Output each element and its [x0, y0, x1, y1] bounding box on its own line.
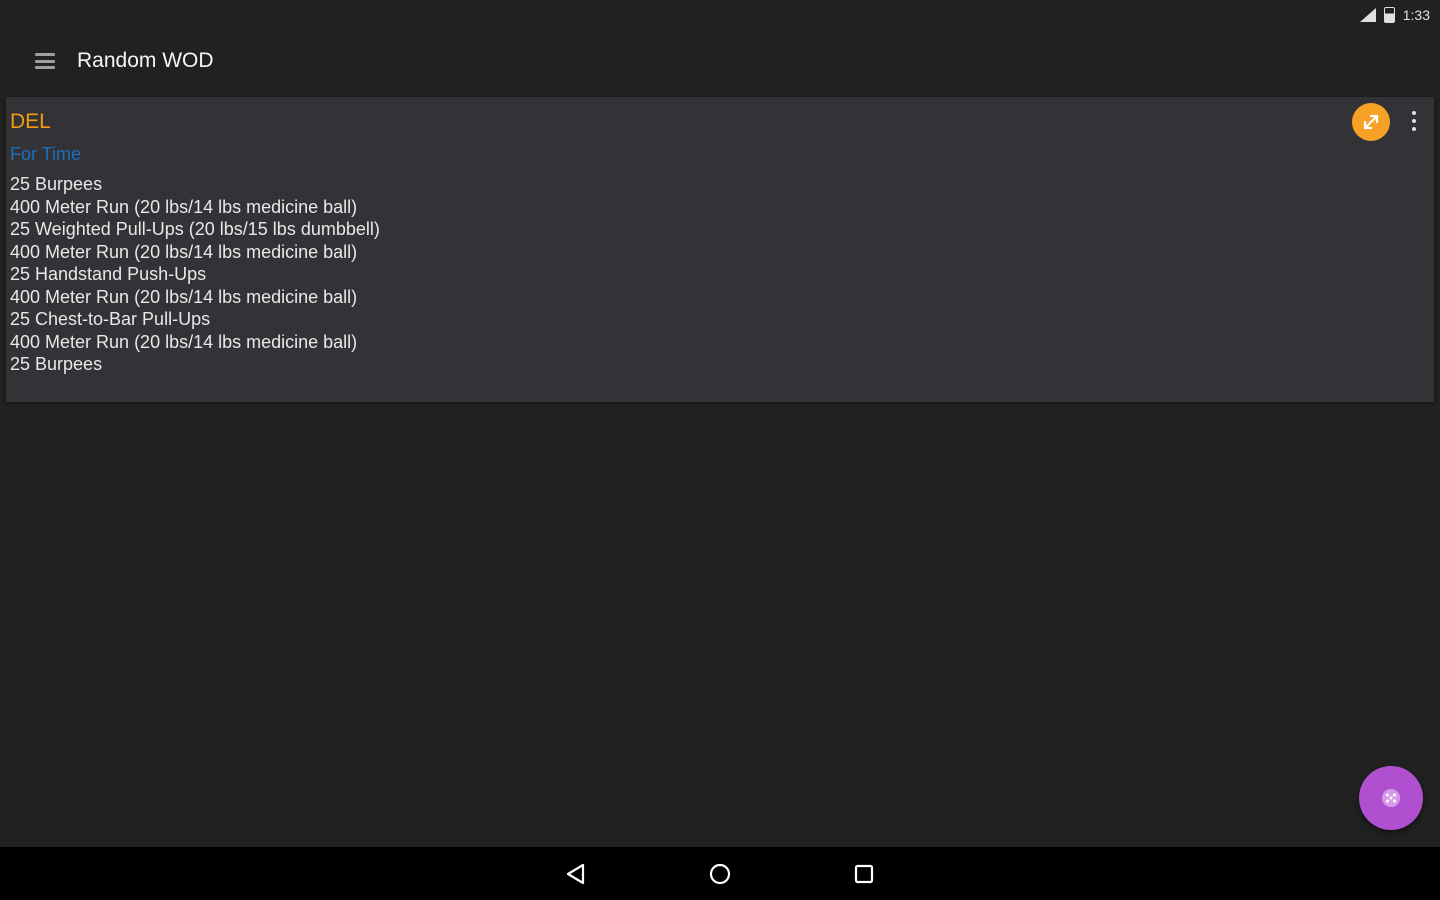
workout-name: DEL	[10, 110, 51, 133]
movement-item: 400 Meter Run (20 lbs/14 lbs medicine ba…	[10, 331, 358, 352]
navigation-bar	[0, 847, 1440, 900]
movement-item: 25 Burpees	[10, 354, 103, 374]
movement-item: 400 Meter Run (20 lbs/14 lbs medicine ba…	[10, 241, 358, 262]
movement-item: 25 Chest-to-Bar Pull-Ups	[10, 309, 211, 329]
recents-icon	[854, 864, 874, 883]
workout-type: For Time	[10, 144, 82, 164]
movement-list: 25 Burpees 400 Meter Run (20 lbs/14 lbs …	[10, 173, 1430, 376]
app-bar: Random WOD	[0, 30, 1440, 92]
app-screen: 1:33 Random WOD DEL For Time 25 Burpees …	[0, 0, 1440, 900]
movement-item: 400 Meter Run (20 lbs/14 lbs medicine ba…	[10, 196, 358, 217]
more-vert-icon[interactable]	[1406, 107, 1422, 135]
back-button[interactable]	[559, 857, 593, 891]
status-time: 1:33	[1402, 7, 1430, 23]
random-wod-fab[interactable]	[1359, 766, 1423, 830]
recents-button[interactable]	[847, 857, 881, 891]
status-bar: 1:33	[0, 0, 1440, 30]
movement-item: 400 Meter Run (20 lbs/14 lbs medicine ba…	[10, 286, 358, 307]
workout-card[interactable]: DEL For Time 25 Burpees 400 Meter Run (2…	[6, 97, 1434, 402]
app-title: Random WOD	[77, 49, 214, 72]
expand-button[interactable]	[1352, 103, 1390, 141]
movement-item: 25 Burpees	[10, 174, 103, 194]
home-icon	[709, 863, 731, 884]
movement-item: 25 Weighted Pull-Ups (20 lbs/15 lbs dumb…	[10, 219, 380, 239]
expand-arrows-icon	[1363, 114, 1379, 130]
signal-icon	[1359, 8, 1376, 22]
dice-icon	[1382, 789, 1400, 807]
back-icon	[566, 863, 585, 884]
movement-item: 25 Handstand Push-Ups	[10, 264, 207, 284]
hamburger-menu-icon[interactable]	[35, 53, 55, 69]
battery-icon	[1383, 7, 1395, 23]
home-button[interactable]	[703, 857, 737, 891]
